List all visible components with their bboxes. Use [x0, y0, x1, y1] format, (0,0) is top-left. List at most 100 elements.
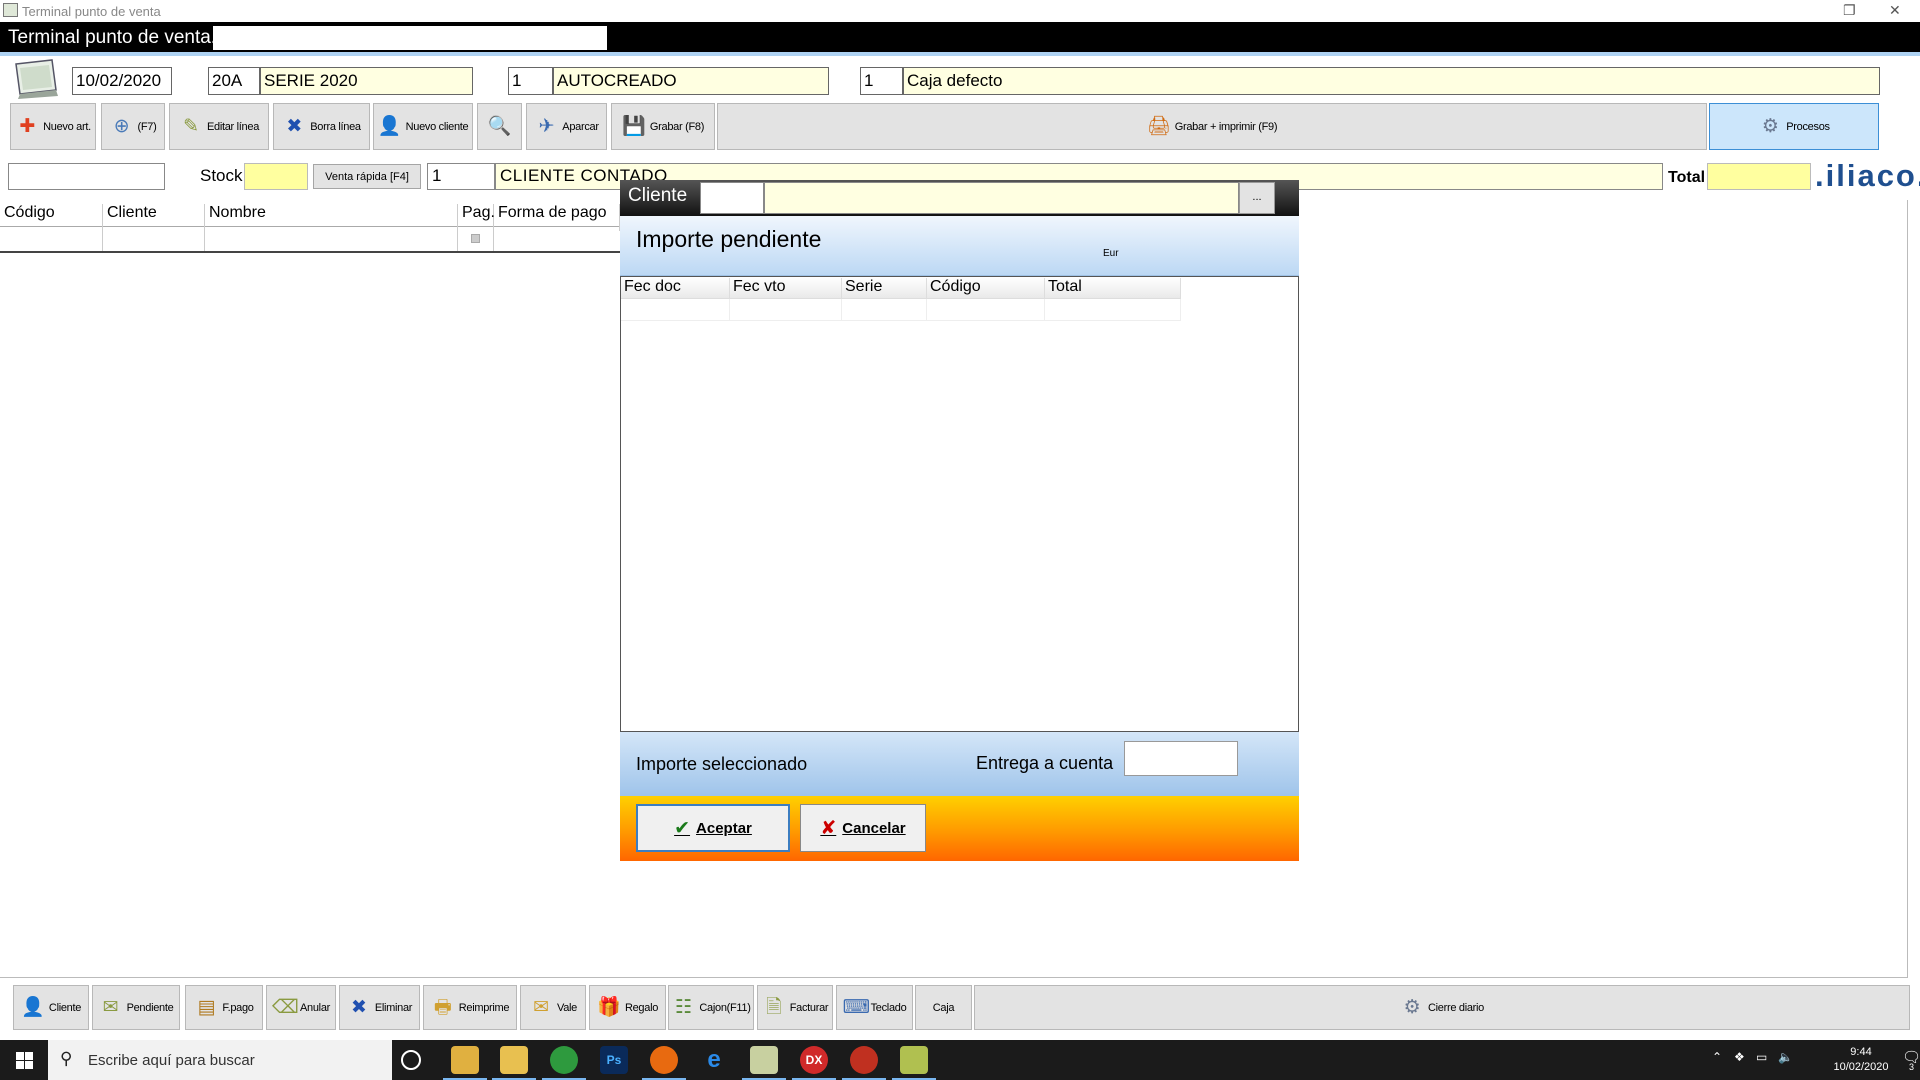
- save-print-button[interactable]: 🖨 Grabar + imprimir (F9): [717, 103, 1707, 150]
- delete-line-button[interactable]: ✖ Borra línea: [273, 103, 370, 150]
- paid-checkbox[interactable]: [471, 234, 480, 243]
- cross-icon: ✘: [820, 817, 837, 839]
- brand-logo: .iliaco.: [1815, 158, 1920, 193]
- save-button[interactable]: 💾 Grabar (F8): [611, 103, 715, 150]
- active-app-icon[interactable]: [892, 1046, 936, 1080]
- void-icon: ⌫: [272, 996, 299, 1018]
- gift-button[interactable]: 🎁 Regalo: [589, 985, 666, 1030]
- notification-count: 3: [1909, 1062, 1915, 1072]
- processes-label: Procesos: [1786, 120, 1830, 133]
- new-client-button[interactable]: 👤 Nuevo cliente: [373, 103, 473, 150]
- new-client-label: Nuevo cliente: [405, 120, 469, 133]
- table-cell: [730, 299, 842, 321]
- barcode-input[interactable]: [8, 163, 165, 190]
- client-code-field[interactable]: 1: [427, 163, 495, 190]
- save-print-icon: 🖨: [1146, 115, 1171, 137]
- accept-label: Aceptar: [696, 819, 752, 837]
- pending-documents-grid: Fec doc Fec vto Serie Código Total: [620, 276, 1299, 732]
- daily-close-label: Cierre diario: [1427, 1001, 1484, 1014]
- delete-button[interactable]: ✖ Eliminar: [339, 985, 420, 1030]
- client-button[interactable]: 👤 Cliente: [13, 985, 89, 1030]
- pending-amount-dialog: Cliente ... Importe pendiente Eur Fec do…: [620, 180, 1299, 861]
- column-header[interactable]: Fec doc: [621, 278, 730, 299]
- reprint-button[interactable]: 🖶 Reimprime: [423, 985, 517, 1030]
- keyboard-button[interactable]: ⌨ Teclado: [836, 985, 913, 1030]
- check-icon: ✔: [674, 817, 691, 839]
- stock-label: Stock: [200, 166, 243, 185]
- column-header[interactable]: Fec vto: [730, 278, 842, 299]
- header-input[interactable]: [213, 26, 607, 50]
- column-header[interactable]: Total: [1045, 278, 1181, 299]
- on-account-input[interactable]: [1124, 741, 1238, 776]
- processes-button[interactable]: ⚙ Procesos: [1709, 103, 1879, 150]
- invoice-label: Facturar: [789, 1001, 829, 1014]
- voucher-button[interactable]: ✉ Vale: [520, 985, 586, 1030]
- edit-line-button[interactable]: ✎ Editar línea: [169, 103, 269, 150]
- table-row[interactable]: [621, 299, 1181, 321]
- edge-icon[interactable]: e: [700, 1046, 728, 1074]
- start-button[interactable]: [0, 1040, 48, 1080]
- voucher-icon: ✉: [533, 996, 549, 1018]
- volume-icon[interactable]: 🔈: [1778, 1050, 1793, 1064]
- clock-date: 10/02/2020: [1833, 1061, 1889, 1073]
- taskbar-search[interactable]: ⚲ Escribe aquí para buscar: [48, 1040, 392, 1080]
- park-button[interactable]: ✈ Aparcar: [526, 103, 607, 150]
- invoice-button[interactable]: 🗎 Facturar: [757, 985, 833, 1030]
- cash-label: Caja: [932, 1001, 955, 1014]
- f7-button[interactable]: ⊕ (F7): [101, 103, 165, 150]
- total-field: [1707, 163, 1811, 190]
- table-header: Código Cliente Nombre Pag. Forma de pago: [0, 200, 620, 231]
- currency-label: Eur: [1103, 248, 1119, 259]
- quick-sale-button[interactable]: Venta rápida [F4]: [313, 164, 421, 189]
- browse-client-button[interactable]: ...: [1239, 182, 1275, 214]
- cancel-button[interactable]: ✘ Cancelar: [800, 804, 926, 852]
- printer-icon: 🖶: [433, 996, 452, 1018]
- payment-method-button[interactable]: ▤ F.pago: [185, 985, 263, 1030]
- delete-icon: ✖: [351, 996, 367, 1018]
- column-header[interactable]: Serie: [842, 278, 927, 299]
- series-code-field[interactable]: 20A: [208, 67, 260, 95]
- task-view-icon[interactable]: [401, 1050, 421, 1070]
- selected-amount-panel: Importe seleccionado Entrega a cuenta: [620, 732, 1299, 796]
- f7-label: (F7): [137, 120, 157, 133]
- payment-icon: ▤: [197, 996, 216, 1018]
- date-field[interactable]: 10/02/2020: [72, 67, 172, 95]
- pending-button[interactable]: ✉ Pendiente: [92, 985, 180, 1030]
- photoshop-icon[interactable]: Ps: [600, 1046, 628, 1074]
- app-icon[interactable]: [842, 1046, 886, 1080]
- dialog-client-code-input[interactable]: [700, 182, 764, 214]
- table-row[interactable]: [0, 227, 620, 253]
- column-header[interactable]: Código: [927, 278, 1045, 299]
- void-button[interactable]: ⌫ Anular: [266, 985, 336, 1030]
- restore-window-button[interactable]: ❐: [1843, 2, 1856, 19]
- network-icon[interactable]: ▭: [1756, 1050, 1767, 1064]
- drawer-button[interactable]: ☷ Cajon(F11): [668, 985, 754, 1030]
- accept-button[interactable]: ✔ Aceptar: [636, 804, 790, 852]
- void-label: Anular: [300, 1001, 330, 1014]
- new-article-button[interactable]: ✚ Nuevo art.: [10, 103, 96, 150]
- chrome-icon[interactable]: [542, 1046, 586, 1080]
- pos-app-icon[interactable]: [742, 1046, 786, 1080]
- dx-icon[interactable]: DX: [792, 1046, 836, 1080]
- payment-method-label: F.pago: [222, 1001, 254, 1014]
- cash-button[interactable]: Caja: [915, 985, 972, 1030]
- daily-close-button[interactable]: ⚙ Cierre diario: [974, 985, 1910, 1030]
- user-code-field[interactable]: 1: [508, 67, 553, 95]
- table-cell: [0, 227, 103, 251]
- new-article-label: Nuevo art.: [43, 120, 91, 133]
- lines-table: Código Cliente Nombre Pag. Forma de pago: [0, 200, 620, 253]
- chevron-up-icon[interactable]: ⌃: [1712, 1050, 1722, 1064]
- table-cell: [103, 227, 205, 251]
- pending-icon: ✉: [102, 996, 119, 1018]
- folder-icon[interactable]: [492, 1046, 536, 1080]
- cash-code-field[interactable]: 1: [860, 67, 903, 95]
- search-client-button[interactable]: 🔍: [477, 103, 522, 150]
- user-icon: 👤: [377, 115, 402, 137]
- dropbox-icon[interactable]: ❖: [1734, 1050, 1745, 1064]
- taskbar-clock[interactable]: 9:44 10/02/2020: [1825, 1045, 1897, 1075]
- search-placeholder: Escribe aquí para buscar: [88, 1052, 255, 1069]
- close-window-button[interactable]: ✕: [1889, 2, 1901, 19]
- file-explorer-icon[interactable]: [443, 1046, 487, 1080]
- firefox-icon[interactable]: [642, 1046, 686, 1080]
- user-name-field: AUTOCREADO: [553, 67, 829, 95]
